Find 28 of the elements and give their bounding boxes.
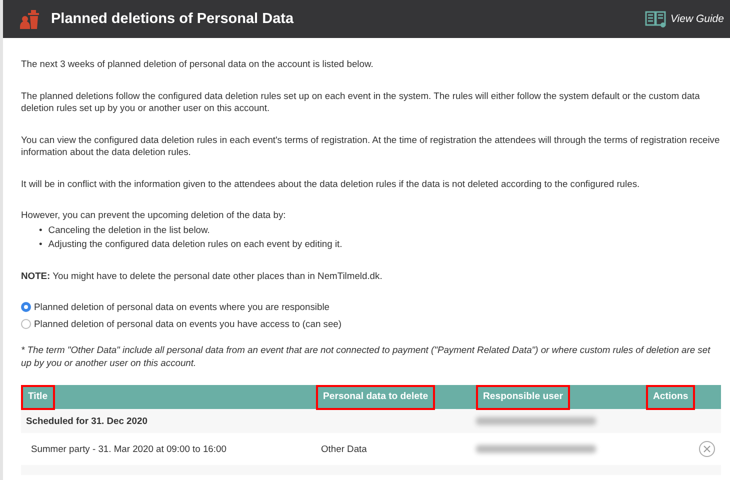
radio-label[interactable]: Planned deletion of personal data on events you have access to (can see)	[34, 318, 342, 330]
info-paragraph: However, you can prevent the upcoming deletion of the data by:	[21, 209, 287, 222]
info-paragraph: It will be in conflict with the information given to the attendees about the data deletion rules if the data is not deleted according to the configured rules.	[21, 178, 641, 190]
info-paragraph: The next 3 weeks of planned deletion of personal data on the account is listed below.	[21, 58, 374, 70]
bullet-marker: •	[39, 238, 42, 250]
info-paragraph: You can view the configured data deletion rules in each event's terms of registration. At the time of registration the attendees will through the terms of registration receive information about the data deletion rules.	[21, 134, 721, 158]
close-icon	[703, 445, 711, 453]
table-cell-text: Other Data	[320, 442, 368, 456]
cancel-button[interactable]	[699, 441, 715, 457]
radio-label[interactable]: Planned deletion of personal data on events where you are responsible	[34, 301, 330, 314]
column-header: Actions	[646, 385, 696, 410]
radio-button[interactable]	[21, 318, 31, 329]
trash-person-icon	[19, 8, 41, 30]
column-header: Personal data to delete	[316, 385, 436, 410]
column-header: Responsible user	[476, 385, 570, 410]
bullet-item: Adjusting the configured data deletion rules on each event by editing it.	[48, 238, 342, 250]
group-title: Scheduled for 31. Dec 2020	[25, 414, 148, 428]
note-text: NOTE: You might have to delete the personal date other places than in NemTilmeld.dk.	[21, 270, 384, 282]
radio-button[interactable]	[21, 302, 31, 312]
footnote-text: * The term "Other Data" include all personal data from an event that are not connected to payment ("Payment Related Data") or where custom rules of deletion are set up by you or another user on this account.	[21, 344, 712, 369]
bullet-item: Canceling the deletion in the list below.	[48, 224, 210, 236]
book-icon	[645, 10, 668, 28]
column-header: Title	[21, 385, 55, 410]
view-guide-link[interactable]: View Guide	[645, 10, 724, 28]
page-title: Planned deletions of Personal Data	[51, 11, 295, 27]
table-cell-text: Summer party - 31. Mar 2020 at 09:00 to 16:00	[30, 442, 228, 456]
info-paragraph: The planned deletions follow the configured data deletion rules set up on each event in the system. The rules will either follow the system default or the custom data deletion rules set up by you or another user on this account.	[21, 90, 701, 114]
bullet-marker: •	[39, 224, 42, 236]
